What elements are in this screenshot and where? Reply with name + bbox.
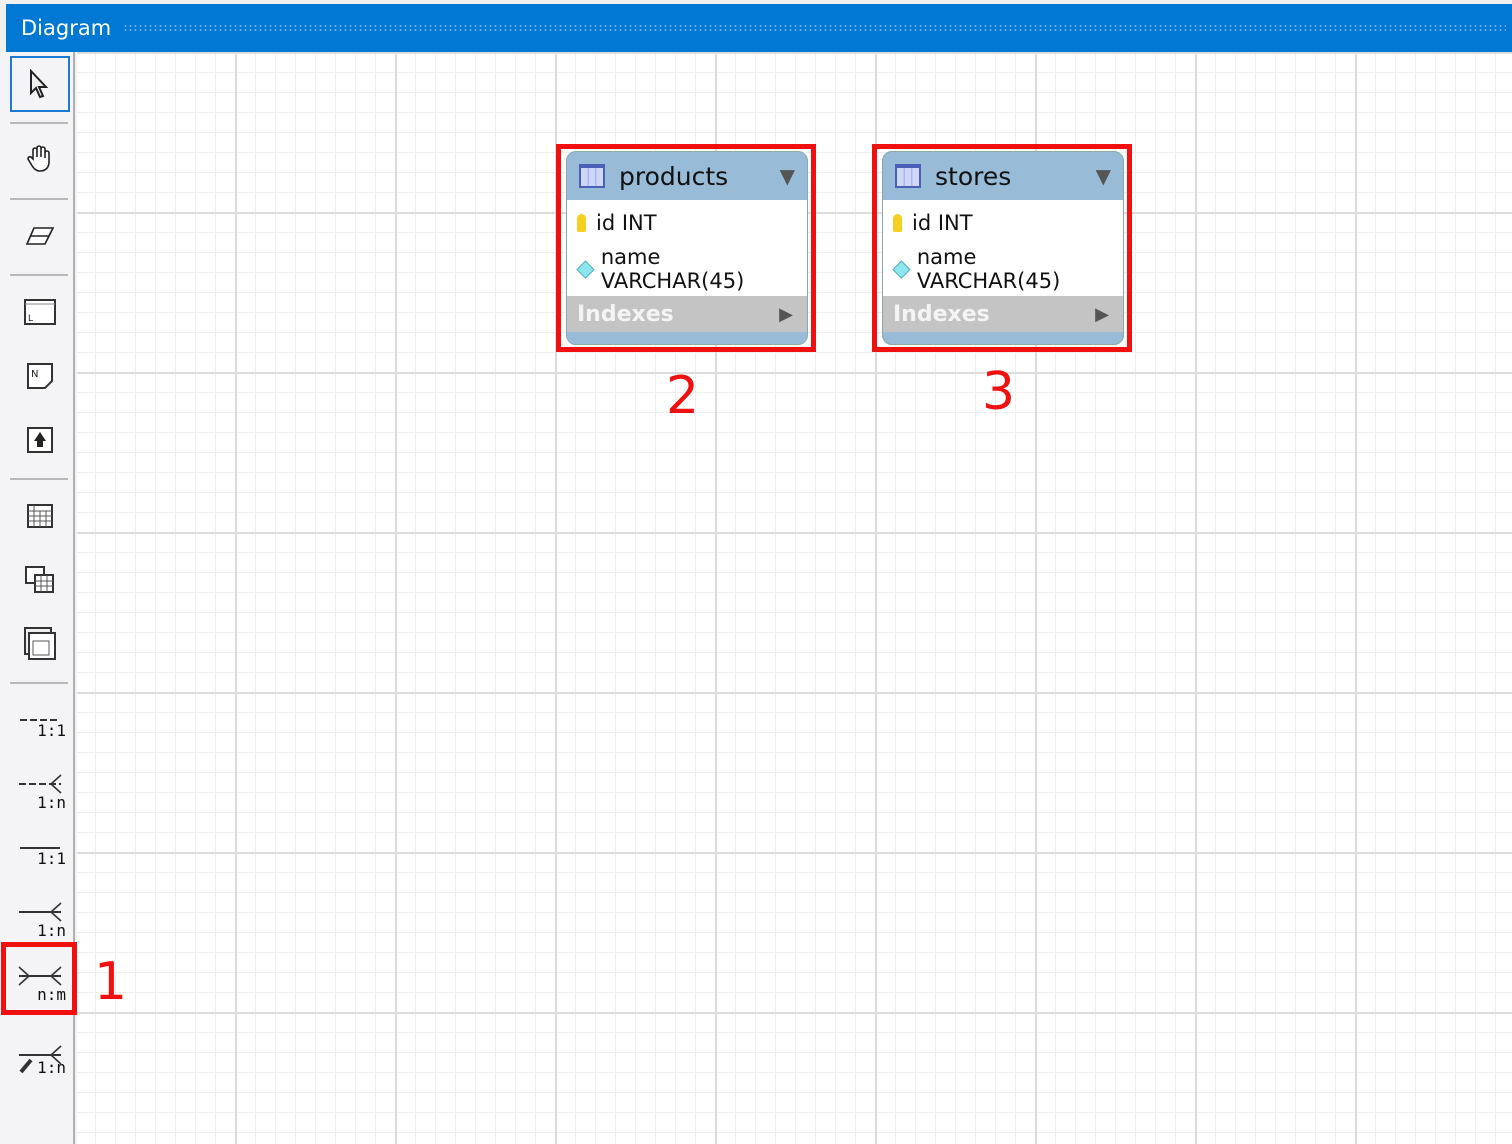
table-name: stores [935, 161, 1012, 191]
column-text: name VARCHAR(45) [600, 245, 745, 293]
image-tool-button[interactable] [10, 412, 70, 468]
relation-1-1-identifying-button[interactable]: 1:1 [10, 828, 70, 884]
table-products[interactable]: products ▼ id INT name VARCHAR(45) Indexe… [556, 144, 816, 352]
layer-tool-button[interactable]: L [10, 284, 70, 340]
routine-group-tool-button[interactable] [10, 616, 70, 672]
column-text: id INT [596, 211, 657, 235]
relation-existing-columns-button[interactable]: 1:n [10, 1032, 70, 1088]
column-row[interactable]: id INT [567, 200, 807, 246]
relation-label: 1:1 [37, 849, 66, 868]
title-bar: Diagram [6, 4, 1512, 52]
eraser-icon [25, 227, 55, 245]
view-tool-button[interactable] [10, 552, 70, 608]
annotation-number-2: 2 [666, 366, 700, 426]
primary-key-icon [577, 214, 586, 232]
primary-key-icon [893, 214, 902, 232]
annotation-number-3: 3 [982, 362, 1016, 422]
relation-label: 1:n [37, 921, 66, 940]
layer-icon: L [24, 299, 56, 325]
table-stores[interactable]: stores ▼ id INT name VARCHAR(45) Indexes ▶ [872, 144, 1132, 352]
window-title: Diagram [21, 16, 112, 40]
note-tool-button[interactable]: N [10, 348, 70, 404]
column-row[interactable]: name VARCHAR(45) [567, 245, 807, 293]
relation-label: 1:n [37, 1058, 66, 1077]
table-header[interactable]: products ▼ [567, 152, 807, 200]
collapse-arrow-icon[interactable]: ▼ [780, 164, 795, 188]
relation-label: 1:n [37, 793, 66, 812]
image-icon [27, 427, 53, 453]
indexes-label: Indexes [893, 301, 990, 327]
relation-1-n-identifying-button[interactable]: 1:n [10, 892, 70, 948]
pointer-icon [30, 69, 49, 99]
table-icon [895, 164, 921, 188]
note-icon: N [27, 363, 53, 389]
solid-crowfoot-icon [19, 902, 62, 922]
table-icon [27, 504, 53, 528]
table-name: products [619, 161, 729, 191]
eraser-tool-button[interactable] [10, 208, 70, 264]
column-diamond-icon [576, 259, 595, 279]
divider [10, 274, 68, 276]
indexes-label: Indexes [577, 301, 674, 327]
highlight-box-1 [1, 942, 77, 1015]
divider [10, 682, 68, 684]
indexes-section[interactable]: Indexes ▶ [883, 296, 1123, 332]
divider [10, 198, 68, 200]
svg-text:L: L [28, 314, 33, 324]
indexes-section[interactable]: Indexes ▶ [567, 296, 807, 332]
hand-icon [27, 145, 50, 172]
divider [10, 122, 68, 124]
svg-text:N: N [31, 369, 38, 380]
expand-arrow-icon: ▶ [1095, 303, 1109, 325]
column-row[interactable]: name VARCHAR(45) [883, 245, 1123, 293]
column-text: id INT [912, 211, 973, 235]
title-grip [123, 24, 1506, 32]
select-tool-button[interactable] [10, 56, 70, 112]
column-row[interactable]: id INT [883, 200, 1123, 246]
hand-tool-button[interactable] [10, 130, 70, 186]
expand-arrow-icon: ▶ [779, 303, 793, 325]
dashed-crowfoot-icon [19, 774, 62, 794]
view-icon [25, 566, 54, 593]
divider [10, 478, 68, 480]
table-icon [579, 164, 605, 188]
table-header[interactable]: stores ▼ [883, 152, 1123, 200]
column-diamond-icon [892, 259, 911, 279]
relation-label: 1:1 [37, 721, 66, 740]
relation-1-1-non-identifying-button[interactable]: 1:1 [10, 700, 70, 756]
routine-group-icon [24, 627, 56, 660]
relation-1-n-non-identifying-button[interactable]: 1:n [10, 764, 70, 820]
column-text: name VARCHAR(45) [916, 245, 1061, 293]
table-tool-button[interactable] [10, 488, 70, 544]
collapse-arrow-icon[interactable]: ▼ [1096, 164, 1111, 188]
annotation-number-1: 1 [94, 952, 128, 1012]
